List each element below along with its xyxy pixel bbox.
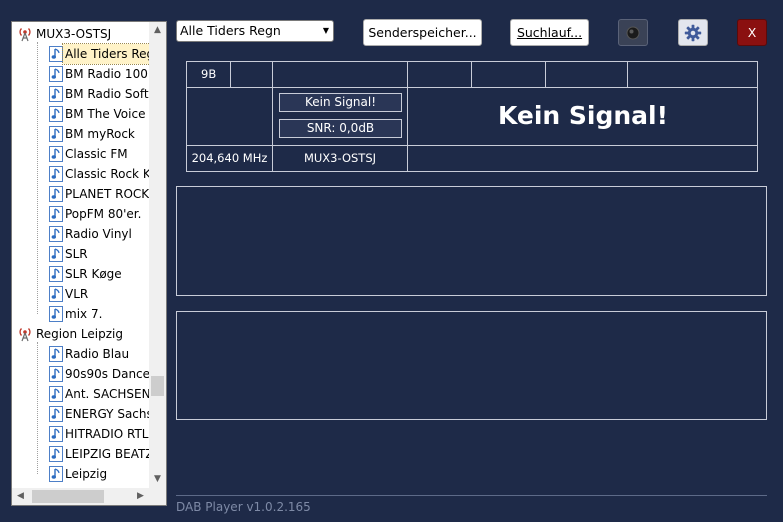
station-select[interactable]: Alle Tiders Regn ▼	[176, 20, 334, 42]
channel-cell: 9B	[186, 61, 231, 88]
music-note-icon	[49, 426, 63, 442]
music-note-icon	[49, 186, 63, 202]
version-label: DAB Player v1.0.2.165	[176, 500, 311, 514]
tree-station-label: Radio Vinyl	[65, 227, 132, 241]
ensemble-value: MUX3-OSTSJ	[303, 151, 377, 165]
tree-station-label: 90s90s Dance L	[65, 367, 149, 381]
music-note-icon	[49, 206, 63, 222]
suchlauf-label: Suchlauf...	[516, 25, 583, 40]
record-dot-icon	[626, 26, 640, 40]
scroll-left-icon[interactable]: ◀	[12, 488, 29, 505]
senderspeicher-button[interactable]: Senderspeicher...	[363, 19, 482, 46]
tree-station-label: Classic Rock KBH	[65, 167, 149, 181]
music-note-icon	[49, 126, 63, 142]
music-note-icon	[49, 466, 63, 482]
music-note-icon	[49, 306, 63, 322]
tree-station-label: Radio Blau	[65, 347, 130, 361]
grid-cell-empty	[545, 61, 628, 88]
tree-station-label: mix 7.	[65, 307, 103, 321]
tree-station-label: PopFM 80'er.	[65, 207, 142, 221]
music-note-icon	[49, 106, 63, 122]
signal-big-text: Kein Signal!	[497, 101, 669, 130]
music-note-icon	[49, 146, 63, 162]
tree-station-label: VLR	[65, 287, 89, 301]
tree-guide-line	[37, 342, 38, 474]
music-note-icon	[49, 266, 63, 282]
tree-group-label: Region Leipzig	[36, 327, 123, 341]
music-note-icon	[49, 46, 63, 62]
tree-station-label: SLR	[65, 247, 88, 261]
music-note-icon	[49, 366, 63, 382]
tree-station-label: PLANET ROCK	[65, 187, 149, 201]
tree-station-label: SLR Køge	[65, 267, 122, 281]
tree-station-label: BM myRock	[65, 127, 135, 141]
scrollbar-corner	[149, 488, 166, 505]
slideshow-panel	[176, 311, 767, 420]
antenna-icon	[18, 326, 32, 342]
record-button[interactable]	[618, 19, 648, 46]
chevron-down-icon: ▼	[322, 26, 329, 35]
tree-guide-line	[37, 42, 38, 314]
music-note-icon	[49, 346, 63, 362]
music-note-icon	[49, 386, 63, 402]
settings-button[interactable]	[678, 19, 708, 46]
grid-cell-empty	[627, 61, 758, 88]
grid-cell-empty	[186, 87, 273, 146]
music-note-icon	[49, 286, 63, 302]
signal-status-label: Kein Signal!	[279, 93, 402, 112]
scroll-right-icon[interactable]: ▶	[132, 488, 149, 505]
scroll-down-icon[interactable]: ▼	[149, 471, 166, 488]
gear-icon	[684, 24, 702, 42]
tree-station-label: Leipzig	[65, 467, 108, 481]
grid-cell-empty	[407, 61, 472, 88]
music-note-icon	[49, 66, 63, 82]
tree-station-label: HITRADIO RTL Lp	[65, 427, 149, 441]
tree-station-label: BM Radio Soft	[65, 87, 149, 101]
antenna-icon	[18, 26, 32, 42]
frequency-cell: 204,640 MHz	[186, 145, 273, 172]
tree-vertical-scrollbar[interactable]: ▲ ▼	[149, 22, 166, 488]
scroll-up-icon[interactable]: ▲	[149, 22, 166, 39]
tree-station-label: Ant. SACHSEN Lp	[65, 387, 149, 401]
music-note-icon	[49, 226, 63, 242]
station-tree-rows: MUX3-OSTSJ Alle Tiders Regn BM Radio 100 BM…	[12, 22, 149, 488]
close-label: X	[747, 25, 757, 40]
music-note-icon	[49, 86, 63, 102]
grid-cell-empty	[471, 61, 546, 88]
close-button[interactable]: X	[737, 19, 767, 46]
tree-horizontal-scrollbar[interactable]: ◀ ▶	[12, 488, 149, 505]
vertical-scroll-thumb[interactable]	[151, 376, 164, 396]
station-tree[interactable]: MUX3-OSTSJ Alle Tiders Regn BM Radio 100 BM…	[11, 21, 167, 506]
station-select-value: Alle Tiders Regn	[180, 23, 281, 38]
music-note-icon	[49, 406, 63, 422]
channel-value: 9B	[201, 67, 217, 81]
music-note-icon	[49, 246, 63, 262]
tree-station-label: BM The Voice	[65, 107, 146, 121]
tree-station-label: LEIPZIG BEATZZ	[65, 447, 149, 461]
tree-station-label: ENERGY Sachsen	[65, 407, 149, 421]
snr-label: SNR: 0,0dB	[279, 119, 402, 138]
footer-divider	[176, 495, 767, 496]
music-note-icon	[49, 446, 63, 462]
grid-cell-empty	[407, 145, 758, 172]
ensemble-cell: MUX3-OSTSJ	[272, 145, 408, 172]
music-note-icon	[49, 166, 63, 182]
tree-group-label: MUX3-OSTSJ	[36, 27, 112, 41]
info-text-panel	[176, 186, 767, 296]
tree-station-label: Alle Tiders Regn	[62, 43, 149, 65]
suchlauf-button[interactable]: Suchlauf...	[510, 19, 589, 46]
frequency-value: 204,640 MHz	[191, 151, 268, 165]
grid-cell-empty	[230, 61, 273, 88]
tree-station-label: BM Radio 100	[65, 67, 148, 81]
grid-cell-empty	[272, 61, 408, 88]
tree-station-label: Classic FM	[65, 147, 128, 161]
horizontal-scroll-thumb[interactable]	[32, 490, 104, 503]
